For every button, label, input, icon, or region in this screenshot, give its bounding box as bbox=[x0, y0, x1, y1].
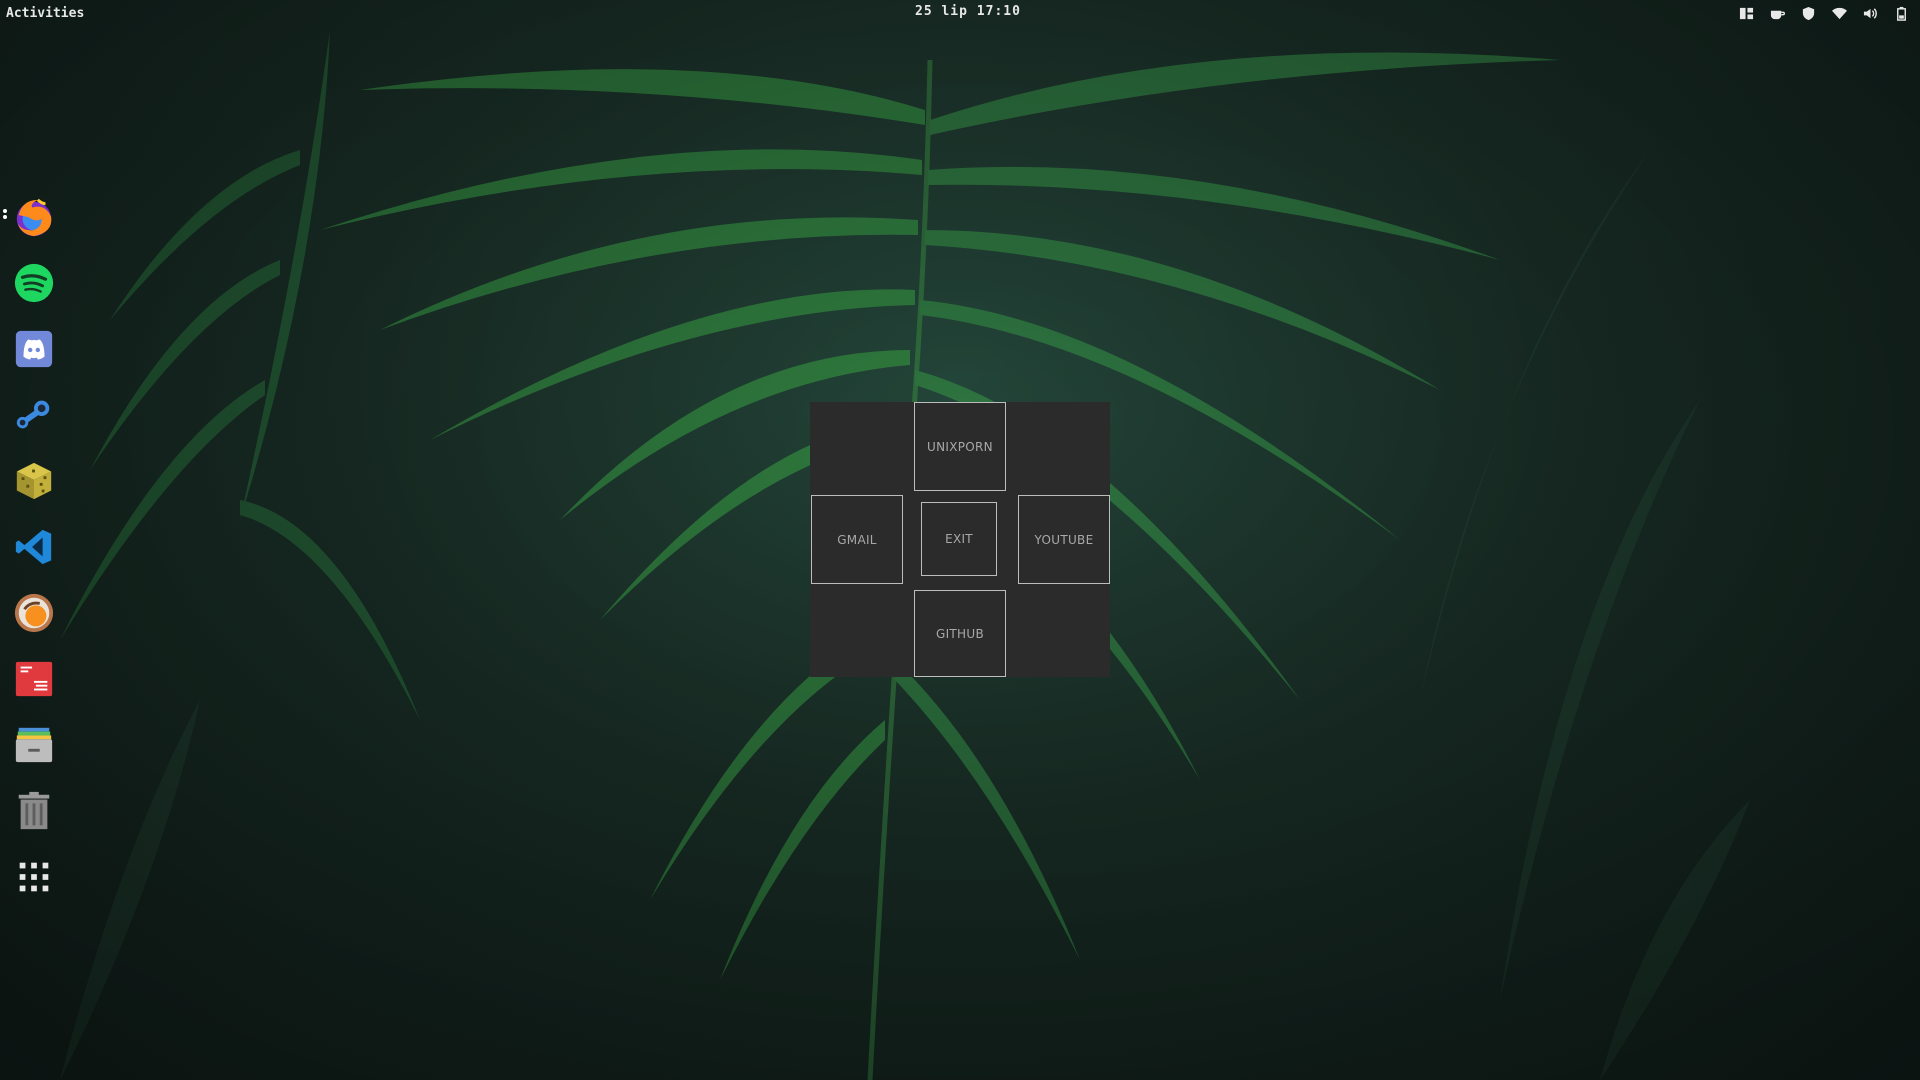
file-archive-icon bbox=[15, 727, 53, 763]
running-indicator bbox=[3, 215, 7, 219]
dock-item-show-applications[interactable] bbox=[12, 855, 56, 899]
window-switcher-icon[interactable] bbox=[1738, 5, 1755, 22]
dock-item-trash[interactable] bbox=[12, 789, 56, 833]
document-viewer-icon bbox=[15, 661, 53, 697]
gmail-button[interactable]: GMAIL bbox=[811, 495, 903, 584]
startpage-launcher: UNIXPORN GMAIL EXIT YOUTUBE GITHUB bbox=[810, 402, 1110, 677]
activities-button[interactable]: Activities bbox=[6, 6, 84, 21]
clock[interactable]: 25 lip 17:10 bbox=[915, 4, 1021, 19]
dock-item-minecraft[interactable] bbox=[12, 459, 56, 503]
vscode-icon bbox=[15, 529, 52, 565]
coffee-cup-icon[interactable] bbox=[1769, 5, 1786, 22]
dock-item-vscode[interactable] bbox=[12, 525, 56, 569]
dock-item-archive[interactable] bbox=[12, 723, 56, 767]
battery-icon[interactable] bbox=[1893, 5, 1910, 22]
spotify-icon bbox=[14, 263, 54, 303]
firefox-icon bbox=[16, 198, 52, 237]
discord-icon bbox=[15, 330, 53, 368]
dock-item-steam[interactable] bbox=[12, 393, 56, 437]
minecraft-icon bbox=[16, 462, 52, 500]
steam-icon bbox=[16, 400, 50, 429]
top-bar: Activities 25 lip 17:10 bbox=[0, 0, 1920, 28]
system-tray bbox=[1738, 5, 1910, 22]
volume-icon[interactable] bbox=[1862, 5, 1879, 22]
wifi-icon[interactable] bbox=[1831, 5, 1848, 22]
dock-item-spotify[interactable] bbox=[12, 261, 56, 305]
unixporn-button[interactable]: UNIXPORN bbox=[914, 402, 1006, 491]
shield-icon[interactable] bbox=[1800, 5, 1817, 22]
dock-item-discord[interactable] bbox=[12, 327, 56, 371]
github-button[interactable]: GITHUB bbox=[914, 590, 1006, 677]
dock-item-document-viewer[interactable] bbox=[12, 657, 56, 701]
youtube-button[interactable]: YOUTUBE bbox=[1018, 495, 1110, 584]
exit-button[interactable]: EXIT bbox=[921, 502, 997, 576]
show-applications-icon bbox=[19, 862, 49, 892]
dock-item-coffee-app[interactable] bbox=[12, 591, 56, 635]
trash-icon bbox=[18, 791, 50, 830]
dock-item-firefox[interactable] bbox=[3, 195, 56, 239]
coffee-mug-app-icon bbox=[14, 593, 54, 633]
